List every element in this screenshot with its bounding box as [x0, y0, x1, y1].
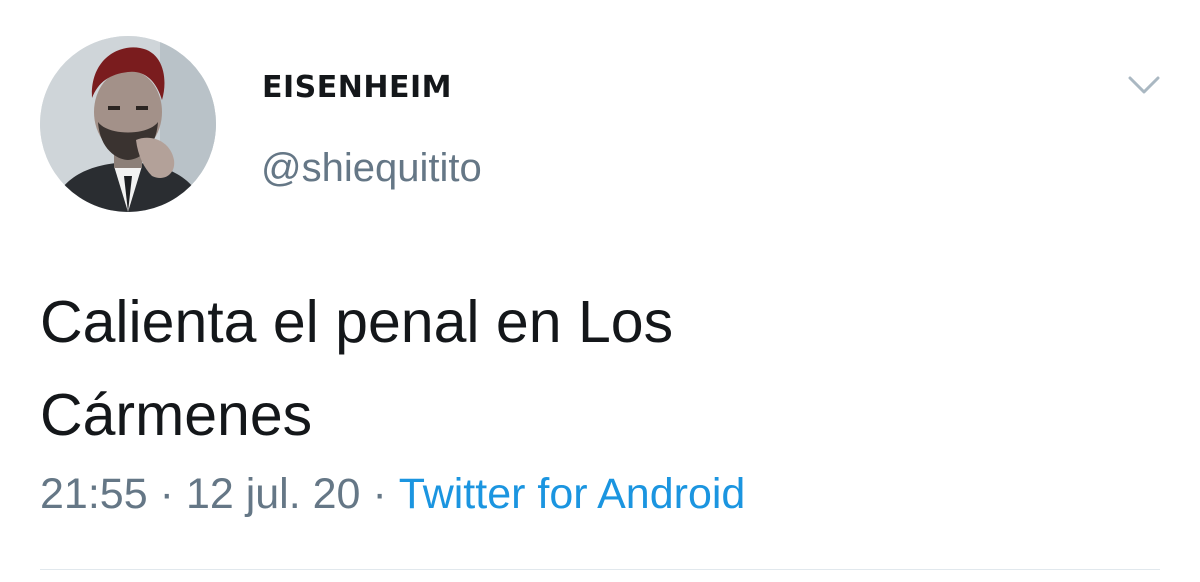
tweet-meta: 21:55 · 12 jul. 20 · Twitter for Android	[40, 470, 745, 519]
tweet-text: Calienta el penal en Los Cármenes	[40, 276, 1020, 462]
tweet-card: EISENHEIM @shiequitito Calienta el penal…	[0, 0, 1200, 582]
tweet-source-link[interactable]: Twitter for Android	[399, 470, 746, 518]
display-name[interactable]: EISENHEIM	[262, 70, 452, 105]
chevron-down-icon	[1128, 76, 1160, 94]
tweet-text-line: Calienta el penal en Los	[40, 289, 674, 355]
tweet-date[interactable]: 12 jul. 20	[186, 470, 361, 518]
user-handle[interactable]: @shiequitito	[261, 146, 482, 191]
tweet-text-line: Cármenes	[40, 382, 313, 448]
meta-separator: ·	[159, 470, 174, 518]
avatar-photo	[40, 36, 216, 212]
avatar[interactable]	[40, 36, 216, 212]
tweet-menu-button[interactable]	[1122, 68, 1166, 104]
meta-separator: ·	[372, 470, 387, 518]
tweet-time: 21:55	[40, 470, 148, 518]
divider	[40, 569, 1160, 570]
